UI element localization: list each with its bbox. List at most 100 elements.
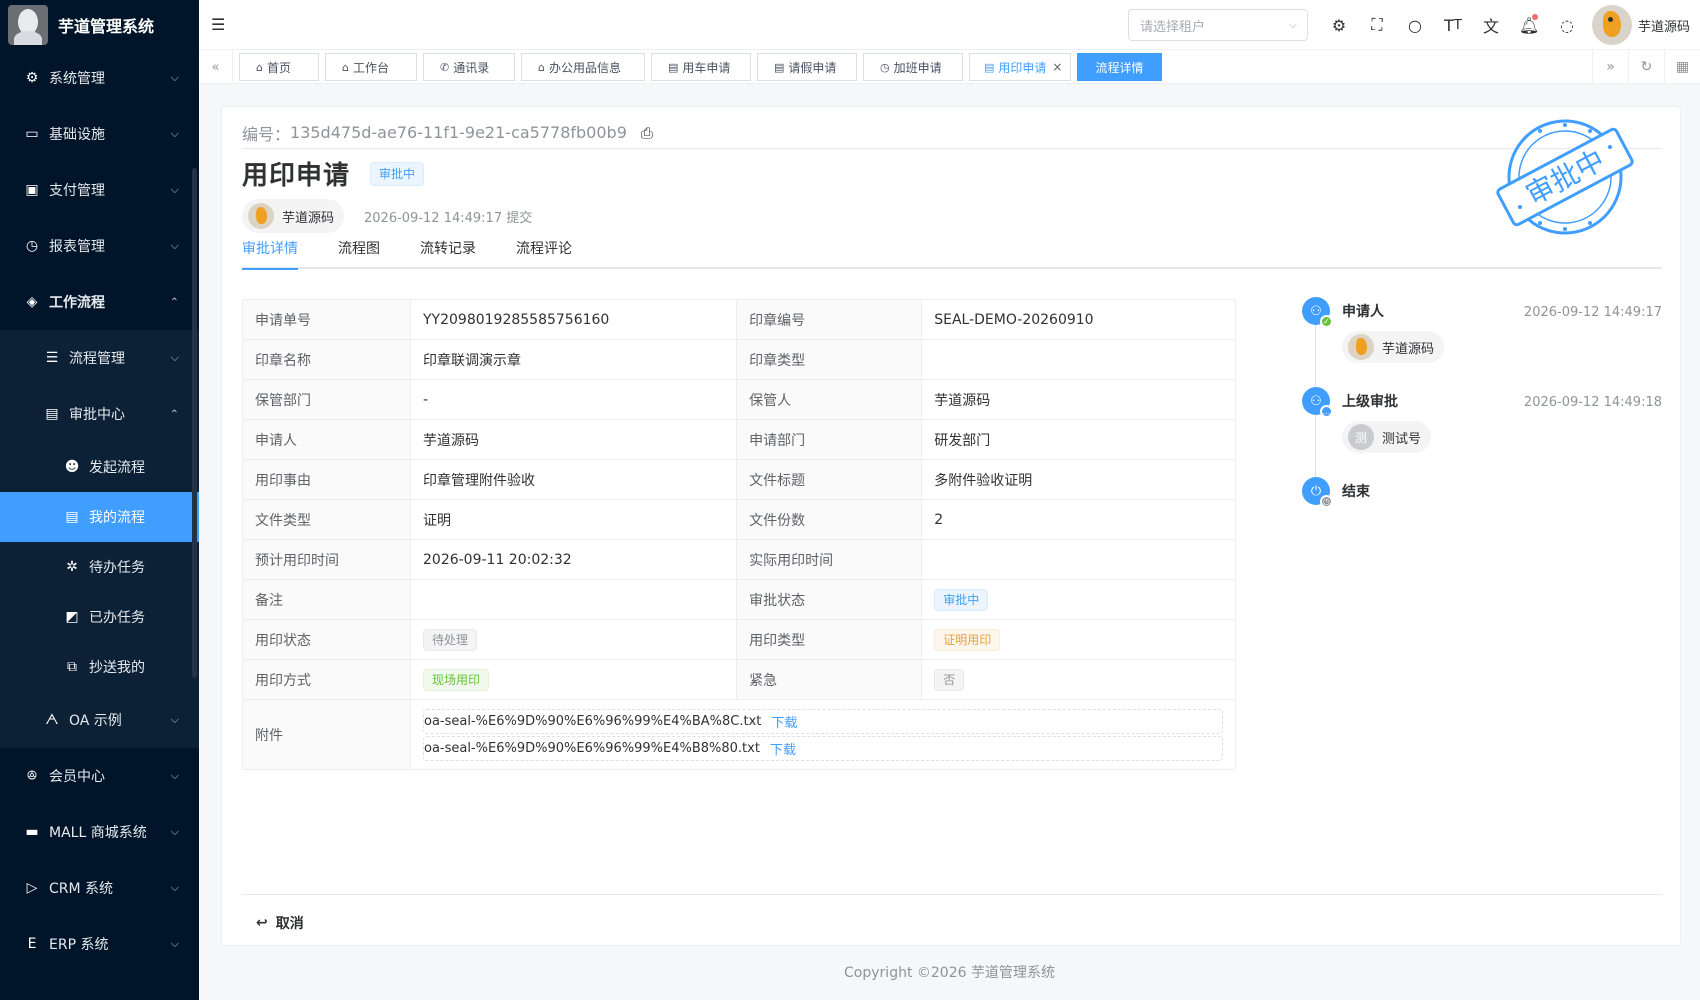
tab-home[interactable]: ⌂ 首页 — [239, 53, 319, 81]
tab-approval-detail[interactable]: 审批详情 — [242, 228, 298, 270]
cancel-button[interactable]: ↩ 取消 — [256, 913, 304, 933]
sidebar-item-member[interactable]: ꔮ 会员中心 ⌵ — [0, 748, 199, 804]
bell-icon[interactable]: 🔔︎ — [1510, 0, 1548, 50]
sidebar-item-label: 抄送我的 — [89, 660, 145, 676]
tab-workbench[interactable]: ⌂ 工作台 — [325, 53, 417, 81]
field-value: 研发部门 — [921, 419, 1236, 460]
members-icon: ꔮ — [26, 768, 38, 784]
timeline-node-time: 2026-09-12 14:49:17 — [1523, 305, 1662, 320]
print-icon[interactable]: ⎙ — [641, 124, 653, 142]
tab-flow-comment[interactable]: 流程评论 — [516, 228, 572, 268]
sidebar-item-todo[interactable]: ✲ 待办任务 — [0, 542, 199, 592]
logo-area[interactable]: 芋道管理系统 — [0, 0, 199, 50]
menu-toggle-icon[interactable]: ☰ — [211, 15, 225, 34]
field-value: - — [409, 379, 738, 420]
refresh-icon[interactable]: ↻ — [1628, 50, 1664, 84]
download-link[interactable]: 下载 — [770, 739, 796, 758]
search-icon[interactable]: ○ — [1396, 0, 1434, 50]
sidebar-item-done[interactable]: ◩ 已办任务 — [0, 592, 199, 642]
sidebar-item-payment[interactable]: ▣ 支付管理 ⌵ — [0, 162, 199, 218]
timeline-node-time: 2026-09-12 14:49:18 — [1523, 395, 1662, 410]
scroll-left-icon[interactable]: « — [199, 50, 233, 84]
sidebar-item-my-process[interactable]: ▤ 我的流程 — [0, 492, 199, 542]
font-size-icon[interactable]: TT — [1434, 0, 1472, 50]
clock-icon: ◷ — [1320, 495, 1333, 508]
field-label: 文件类型 — [242, 499, 411, 540]
close-icon[interactable]: × — [1052, 60, 1062, 74]
home-icon: ⌂ — [256, 60, 263, 74]
table-row: 文件类型 证明 文件份数 2 — [242, 499, 1236, 540]
user-chip: 芋道源码 — [1342, 331, 1445, 363]
sidebar-item-erp[interactable]: E ERP 系统 ⌵ — [0, 916, 199, 972]
tab-label: 流程详情 — [1095, 60, 1144, 75]
tab-seal-apply[interactable]: ▤ 用印申请 × — [969, 53, 1071, 81]
tab-contacts[interactable]: ✆ 通讯录 — [423, 53, 515, 81]
tenant-placeholder: 请选择租户 — [1139, 19, 1205, 35]
tab-office-supplies[interactable]: ⌂ 办公用品信息 — [521, 53, 645, 81]
sidebar-item-report[interactable]: ◷ 报表管理 ⌵ — [0, 218, 199, 274]
logo-icon — [8, 5, 48, 45]
sidebar-item-system[interactable]: ⚙ 系统管理 ⌵ — [0, 50, 199, 106]
tab-label: 工作台 — [352, 60, 389, 75]
payment-icon: ▣ — [25, 182, 39, 198]
erp-icon: E — [27, 936, 37, 952]
document-icon: ▤ — [668, 60, 679, 74]
tab-car-apply[interactable]: ▤ 用车申请 — [651, 53, 751, 81]
inbox-icon: ▤ — [45, 406, 59, 422]
tenant-select[interactable]: 请选择租户 ⌵ — [1127, 9, 1308, 41]
tab-flow-chart[interactable]: 流程图 — [338, 228, 380, 268]
table-row: 申请单号 YY2098019285585756160 印章编号 SEAL-DEM… — [242, 299, 1236, 340]
sidebar-item-process-mgmt[interactable]: ☰ 流程管理 ⌵ — [0, 330, 199, 386]
sidebar-item-label: MALL 商城系统 — [49, 825, 147, 841]
chevron-down-icon: ⌵ — [1288, 18, 1297, 31]
process-number-row: 编号： 135d475d-ae76-11f1-9e21-ca5778fb00b9… — [242, 117, 1662, 149]
chevron-down-icon: ⌵ — [170, 351, 179, 364]
field-label: 实际用印时间 — [736, 539, 923, 580]
download-link[interactable]: 下载 — [771, 712, 797, 731]
tab-flow-record[interactable]: 流转记录 — [420, 228, 476, 268]
avatar — [248, 203, 274, 229]
sidebar-item-mall[interactable]: ▬ MALL 商城系统 ⌵ — [0, 804, 199, 860]
sidebar-item-infra[interactable]: ▭ 基础设施 ⌵ — [0, 106, 199, 162]
form-descriptions: 申请单号 YY2098019285585756160 印章编号 SEAL-DEM… — [242, 299, 1236, 770]
tab-leave-apply[interactable]: ▤ 请假申请 — [757, 53, 857, 81]
sidebar-item-approval-center[interactable]: ▤ 审批中心 ⌃ — [0, 386, 199, 442]
table-row: 用印事由 印章管理附件验收 文件标题 多附件验收证明 — [242, 459, 1236, 500]
user-menu[interactable]: 芋道源码 — [1591, 5, 1690, 45]
sidebar-item-workflow[interactable]: ◈ 工作流程 ⌃ — [0, 274, 199, 330]
tab-label: 加班申请 — [893, 60, 942, 75]
sidebar-scrollbar[interactable] — [192, 168, 197, 678]
document-icon: ▤ — [65, 509, 79, 525]
mall-icon: ▬ — [25, 824, 39, 840]
sidebar-item-label: 待办任务 — [89, 560, 145, 576]
tab-overtime-apply[interactable]: ◷ 加班申请 — [863, 53, 963, 81]
notification-dot — [1531, 14, 1538, 20]
table-row: 附件 oa-seal-%E6%9D%90%E6%96%99%E4%BA%8C.t… — [242, 699, 1236, 770]
field-value — [921, 539, 1236, 580]
tab-label: 办公用品信息 — [548, 60, 621, 75]
field-label: 印章名称 — [242, 339, 411, 380]
avatar: 测 — [1348, 424, 1374, 450]
timeline-user-chip: 测 测试号 — [1342, 421, 1432, 453]
scroll-right-icon[interactable]: » — [1592, 50, 1628, 84]
sidebar-item-cc[interactable]: ⧉ 抄送我的 — [0, 642, 199, 692]
attachment-item: oa-seal-%E6%9D%90%E6%96%99%E4%B8%80.txt … — [423, 735, 1223, 761]
chat-icon[interactable]: ◌ — [1548, 0, 1586, 50]
sidebar-item-oa[interactable]: ᗅ OA 示例 ⌵ — [0, 692, 199, 748]
list-icon: ☰ — [45, 350, 59, 366]
translate-icon[interactable]: 文 — [1472, 0, 1510, 50]
seal-status-tag: 待处理 — [423, 628, 478, 651]
approval-stamp: 审批中 — [1496, 119, 1634, 235]
table-row: 用印状态 待处理 用印类型 证明用印 — [242, 619, 1236, 660]
table-row: 印章名称 印章联调演示章 印章类型 — [242, 339, 1236, 380]
table-row: 申请人 芋道源码 申请部门 研发部门 — [242, 419, 1236, 460]
sidebar-item-label: CRM 系统 — [49, 881, 114, 897]
fullscreen-icon[interactable]: ⛶ — [1358, 0, 1396, 50]
urgent-tag: 否 — [934, 668, 965, 691]
sidebar-item-start-process[interactable]: ☻ 发起流程 — [0, 442, 199, 492]
settings-icon[interactable]: ⚙ — [1320, 0, 1358, 50]
grid-icon[interactable]: ▦ — [1664, 50, 1700, 84]
tab-process-detail[interactable]: 流程详情 — [1077, 53, 1162, 81]
process-number-label: 编号： — [242, 124, 291, 144]
sidebar-item-crm[interactable]: ▷ CRM 系统 ⌵ — [0, 860, 199, 916]
